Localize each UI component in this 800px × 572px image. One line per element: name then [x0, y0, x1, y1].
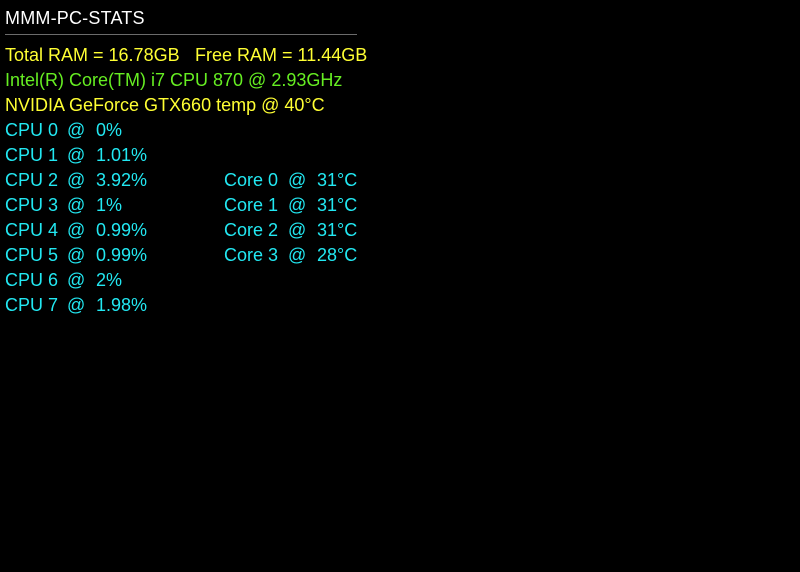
cpu-at-sign: @ [67, 295, 86, 315]
core-name: Core 1 [224, 195, 279, 215]
core-at-sign: @ [288, 195, 307, 215]
cpu-name: CPU 7 [5, 295, 59, 315]
core-name: Core 0 [224, 170, 279, 190]
cpu-row: CPU 3 @ 1% [5, 193, 215, 218]
cpu-at-sign: @ [67, 145, 86, 165]
core-at-sign: @ [288, 220, 307, 240]
cpu-usage-value: 0.99% [96, 245, 148, 265]
cpu-row: CPU 1 @ 1.01% [5, 143, 215, 168]
module-title: MMM-PC-STATS [5, 8, 145, 28]
cpu-name: CPU 4 [5, 220, 59, 240]
cpu-at-sign: @ [67, 220, 86, 240]
free-ram-text: Free RAM = 11.44GB [195, 45, 368, 65]
cpu-at-sign: @ [67, 120, 86, 140]
core-row: Core 3 @ 28°C [224, 243, 364, 268]
pc-stats-module: MMM-PC-STATS Total RAM = 16.78GB Free RA… [5, 6, 367, 318]
cpu-name: CPU 2 [5, 170, 59, 190]
cpu-usage-value: 1.98% [96, 295, 148, 315]
core-at-sign: @ [288, 245, 307, 265]
cpu-at-sign: @ [67, 170, 86, 190]
cpu-row: CPU 0 @ 0% [5, 118, 215, 143]
cpu-name: CPU 5 [5, 245, 59, 265]
core-name: Core 2 [224, 220, 279, 240]
core-temp-value: 28°C [317, 245, 358, 265]
cpu-at-sign: @ [67, 270, 86, 290]
cpu-usage-value: 3.92% [96, 170, 148, 190]
cpu-name: CPU 6 [5, 270, 59, 290]
core-temp-value: 31°C [317, 220, 358, 240]
cpu-usage-value: 2% [96, 270, 123, 290]
cpu-usage-value: 1% [96, 195, 123, 215]
header-divider [5, 34, 357, 35]
core-at-sign: @ [288, 170, 307, 190]
core-temp-value: 31°C [317, 170, 358, 190]
cpu-at-sign: @ [67, 195, 86, 215]
cpu-usage-list: CPU 0 @ 0% CPU 1 @ 1.01% CPU 2 @ 3.92% C… [5, 118, 215, 318]
cpu-model-text: Intel(R) Core(TM) i7 CPU 870 @ 2.93GHz [5, 70, 343, 90]
core-row: Core 2 @ 31°C [224, 218, 364, 243]
core-temp-value: 31°C [317, 195, 358, 215]
ram-line: Total RAM = 16.78GB Free RAM = 11.44GB [5, 43, 367, 68]
core-name: Core 3 [224, 245, 279, 265]
cpu-row: CPU 2 @ 3.92% [5, 168, 215, 193]
cpu-row: CPU 7 @ 1.98% [5, 293, 215, 318]
cpu-usage-value: 0.99% [96, 220, 148, 240]
cpu-row: CPU 4 @ 0.99% [5, 218, 215, 243]
core-row: Core 0 @ 31°C [224, 168, 364, 193]
core-temp-list: Core 0 @ 31°C Core 1 @ 31°C Core 2 @ 31°… [224, 168, 364, 268]
cpu-row: CPU 5 @ 0.99% [5, 243, 215, 268]
cpu-name: CPU 0 [5, 120, 59, 140]
cpu-name: CPU 3 [5, 195, 59, 215]
cpu-usage-value: 0% [96, 120, 123, 140]
cpu-row: CPU 6 @ 2% [5, 268, 215, 293]
gpu-temp-text: NVIDIA GeForce GTX660 temp @ 40°C [5, 95, 325, 115]
cpu-name: CPU 1 [5, 145, 59, 165]
total-ram-text: Total RAM = 16.78GB [5, 45, 180, 65]
cpu-at-sign: @ [67, 245, 86, 265]
cpu-stats-grid: CPU 0 @ 0% CPU 1 @ 1.01% CPU 2 @ 3.92% C… [5, 118, 357, 318]
core-row: Core 1 @ 31°C [224, 193, 364, 218]
cpu-usage-value: 1.01% [96, 145, 148, 165]
